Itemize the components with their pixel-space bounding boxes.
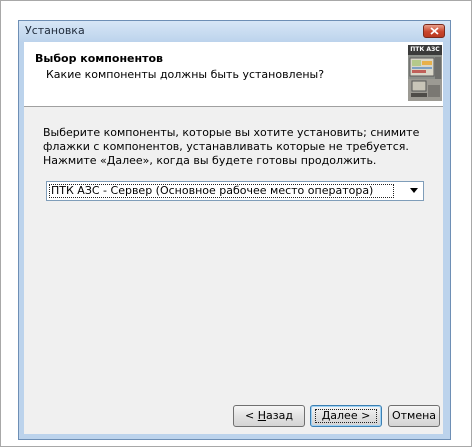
instructions-text: Выберите компоненты, которые вы хотите у… [43,126,420,167]
gas-station-image-icon [408,55,442,101]
logo-label: ПТК АЗС [408,45,442,55]
chevron-down-icon[interactable] [410,188,418,193]
next-button[interactable]: Далее > [310,405,382,427]
page-title: Выбор компонентов [35,52,163,65]
window-title: Установка [25,24,85,37]
back-button[interactable]: < Назад [233,405,305,427]
back-button-prefix: < [245,409,258,422]
close-icon [430,27,439,35]
cancel-button[interactable]: Отмена [388,405,440,427]
product-logo: ПТК АЗС [408,45,442,101]
wizard-header: Выбор компонентов Какие компоненты должн… [24,42,443,107]
title-bar[interactable]: Установка [19,21,450,42]
page-subtitle: Какие компоненты должны быть установлены… [46,68,325,81]
installer-window: Установка Выбор компонентов Какие компон… [18,20,451,440]
back-button-rest: азад [266,409,293,422]
back-button-hotkey: Н [257,409,267,422]
component-dropdown[interactable]: ПТК АЗС - Сервер (Основное рабочее место… [46,181,424,201]
dialog-body: Выбор компонентов Какие компоненты должн… [24,42,443,434]
close-button[interactable] [423,24,445,38]
component-dropdown-value: ПТК АЗС - Сервер (Основное рабочее место… [49,184,394,198]
focus-rectangle [315,409,377,423]
